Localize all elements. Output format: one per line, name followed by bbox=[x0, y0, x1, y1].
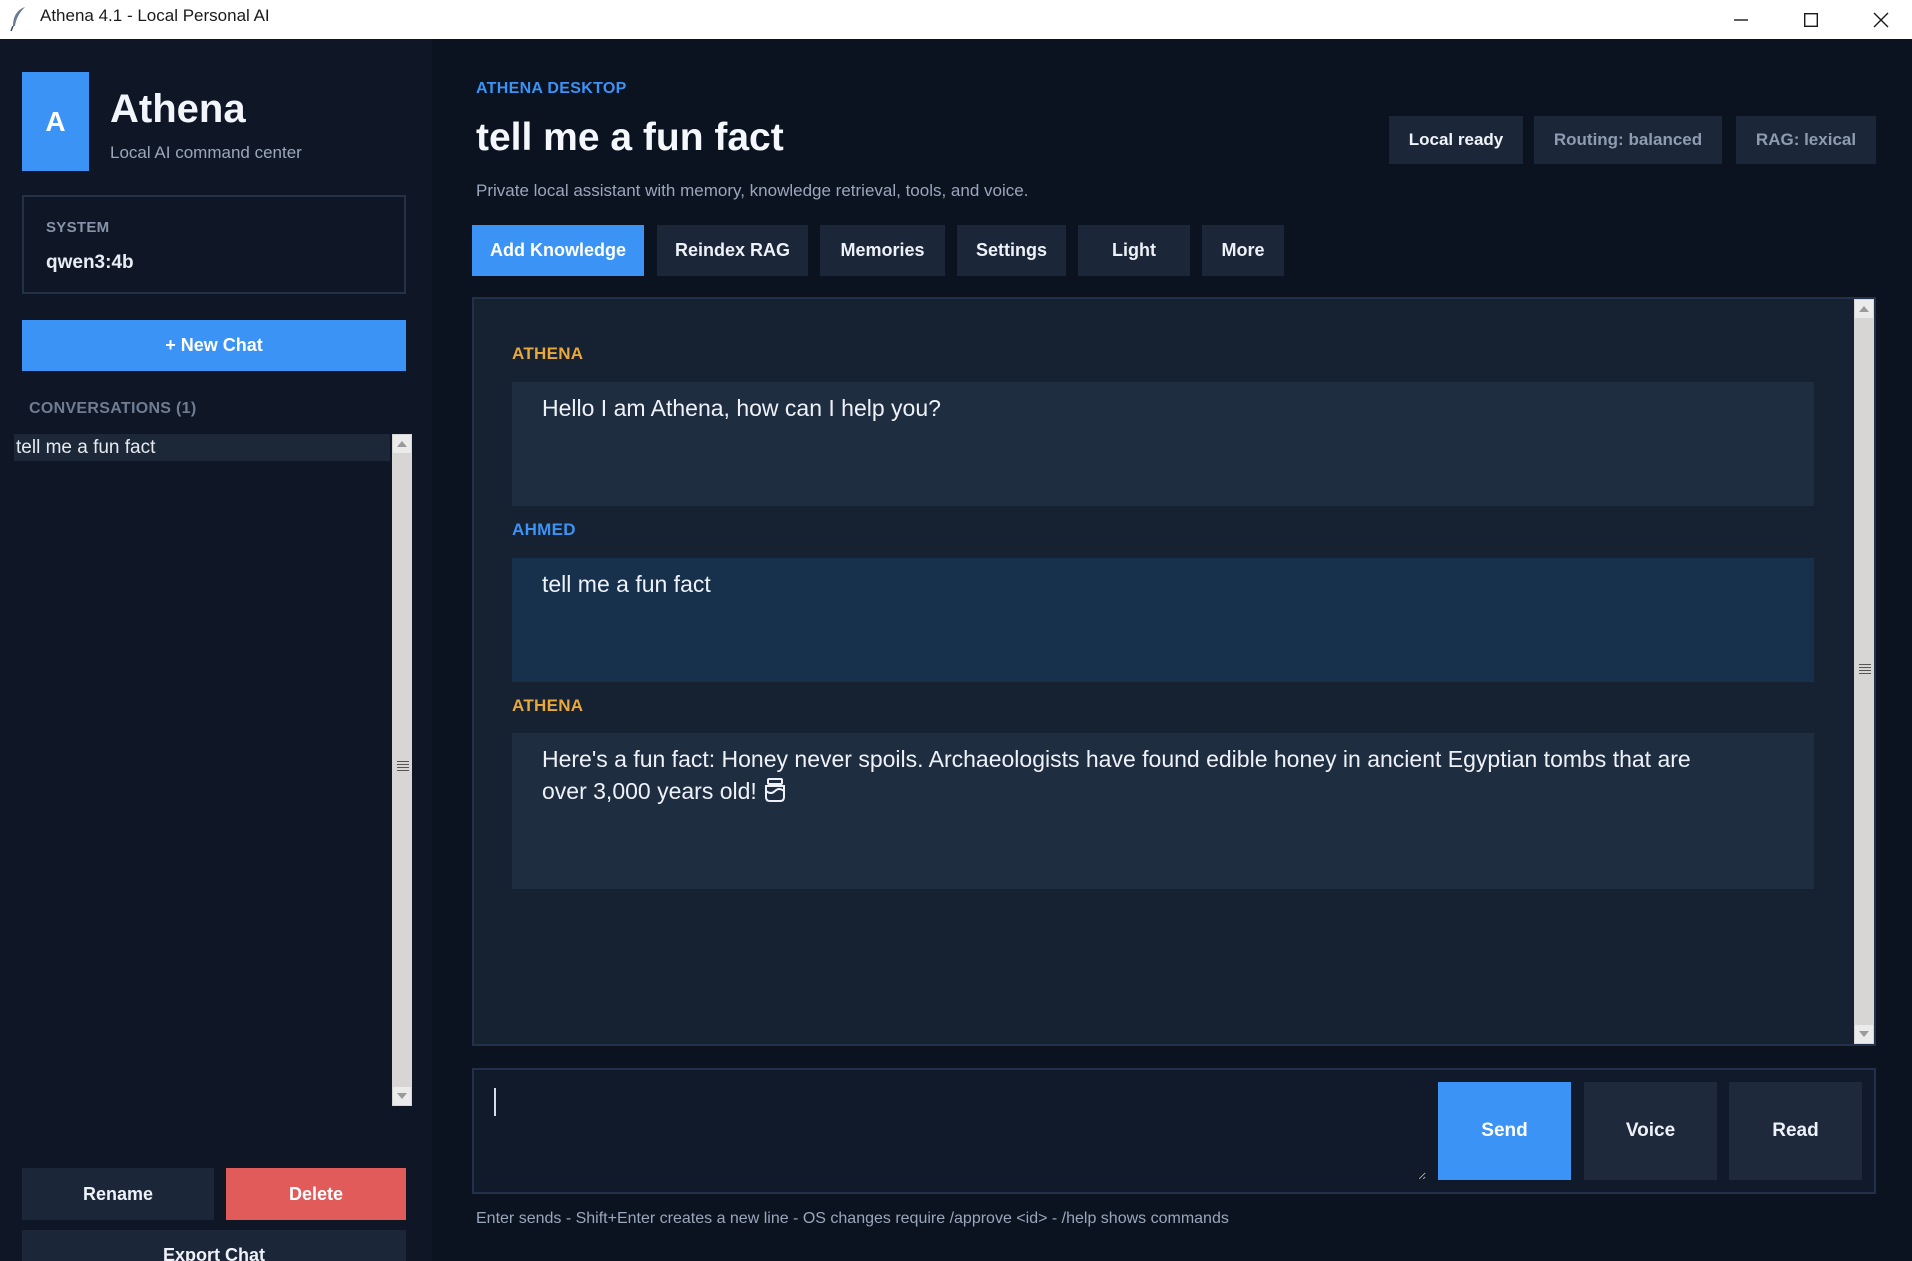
scroll-up-arrow-icon[interactable] bbox=[1855, 300, 1873, 318]
message-text: Hello I am Athena, how can I help you? bbox=[542, 395, 941, 421]
maximize-icon[interactable] bbox=[1776, 0, 1846, 39]
rename-button[interactable]: Rename bbox=[22, 1168, 214, 1220]
system-label: SYSTEM bbox=[46, 219, 110, 236]
light-theme-button[interactable]: Light bbox=[1078, 225, 1190, 276]
system-card: SYSTEM qwen3:4b bbox=[22, 195, 406, 294]
more-button[interactable]: More bbox=[1202, 225, 1284, 276]
page-title: tell me a fun fact bbox=[476, 116, 784, 159]
system-model: qwen3:4b bbox=[46, 252, 134, 273]
app-logo: A bbox=[22, 72, 89, 171]
scroll-down-arrow-icon[interactable] bbox=[393, 1087, 411, 1105]
send-button[interactable]: Send bbox=[1438, 1082, 1571, 1180]
add-knowledge-button[interactable]: Add Knowledge bbox=[472, 225, 644, 276]
message-author: AHMED bbox=[512, 520, 576, 539]
settings-button[interactable]: Settings bbox=[957, 225, 1066, 276]
message-bubble-assistant: Here's a fun fact: Honey never spoils. A… bbox=[512, 733, 1814, 889]
conversation-item[interactable]: tell me a fun fact bbox=[14, 434, 390, 461]
app-eyebrow: ATHENA DESKTOP bbox=[476, 80, 627, 97]
window-title: Athena 4.1 - Local Personal AI bbox=[40, 6, 270, 25]
window-titlebar: Athena 4.1 - Local Personal AI bbox=[0, 0, 1912, 39]
close-icon[interactable] bbox=[1846, 0, 1912, 39]
message-bubble-user: tell me a fun fact bbox=[512, 558, 1814, 682]
reindex-rag-button[interactable]: Reindex RAG bbox=[657, 225, 808, 276]
message-input[interactable] bbox=[484, 1080, 1426, 1180]
memories-button[interactable]: Memories bbox=[820, 225, 945, 276]
message-text: Here's a fun fact: Honey never spoils. A… bbox=[542, 746, 1691, 772]
scroll-up-arrow-icon[interactable] bbox=[393, 435, 411, 453]
conversation-list[interactable]: tell me a fun fact bbox=[14, 434, 392, 1107]
scroll-thumb-grip[interactable] bbox=[1859, 664, 1871, 676]
status-badge-local: Local ready bbox=[1389, 116, 1523, 164]
export-chat-button[interactable]: Export Chat bbox=[22, 1230, 406, 1261]
message-bubble-assistant: Hello I am Athena, how can I help you? bbox=[512, 382, 1814, 506]
brand-name: Athena bbox=[110, 87, 246, 131]
conversations-header: CONVERSATIONS (1) bbox=[29, 400, 197, 417]
text-caret bbox=[494, 1088, 496, 1116]
page-subtitle: Private local assistant with memory, kno… bbox=[476, 181, 1029, 200]
minimize-icon[interactable] bbox=[1706, 0, 1776, 39]
feather-icon bbox=[10, 6, 28, 32]
voice-button[interactable]: Voice bbox=[1584, 1082, 1717, 1180]
delete-button[interactable]: Delete bbox=[226, 1168, 406, 1220]
message-text: tell me a fun fact bbox=[542, 571, 711, 597]
sidebar: A Athena Local AI command center SYSTEM … bbox=[0, 39, 432, 1261]
brand-subtitle: Local AI command center bbox=[110, 143, 302, 162]
scroll-down-arrow-icon[interactable] bbox=[1855, 1025, 1873, 1043]
message-text-continued: over 3,000 years old! bbox=[542, 778, 757, 804]
scroll-thumb-grip[interactable] bbox=[397, 761, 409, 773]
keyboard-hint: Enter sends - Shift+Enter creates a new … bbox=[476, 1210, 1229, 1227]
status-badge-routing: Routing: balanced bbox=[1534, 116, 1722, 164]
message-author: ATHENA bbox=[512, 696, 584, 715]
status-badge-rag: RAG: lexical bbox=[1736, 116, 1876, 164]
new-chat-button[interactable]: + New Chat bbox=[22, 320, 406, 371]
honey-pot-emoji-icon bbox=[763, 777, 787, 811]
read-aloud-button[interactable]: Read bbox=[1729, 1082, 1862, 1180]
message-author: ATHENA bbox=[512, 344, 584, 363]
